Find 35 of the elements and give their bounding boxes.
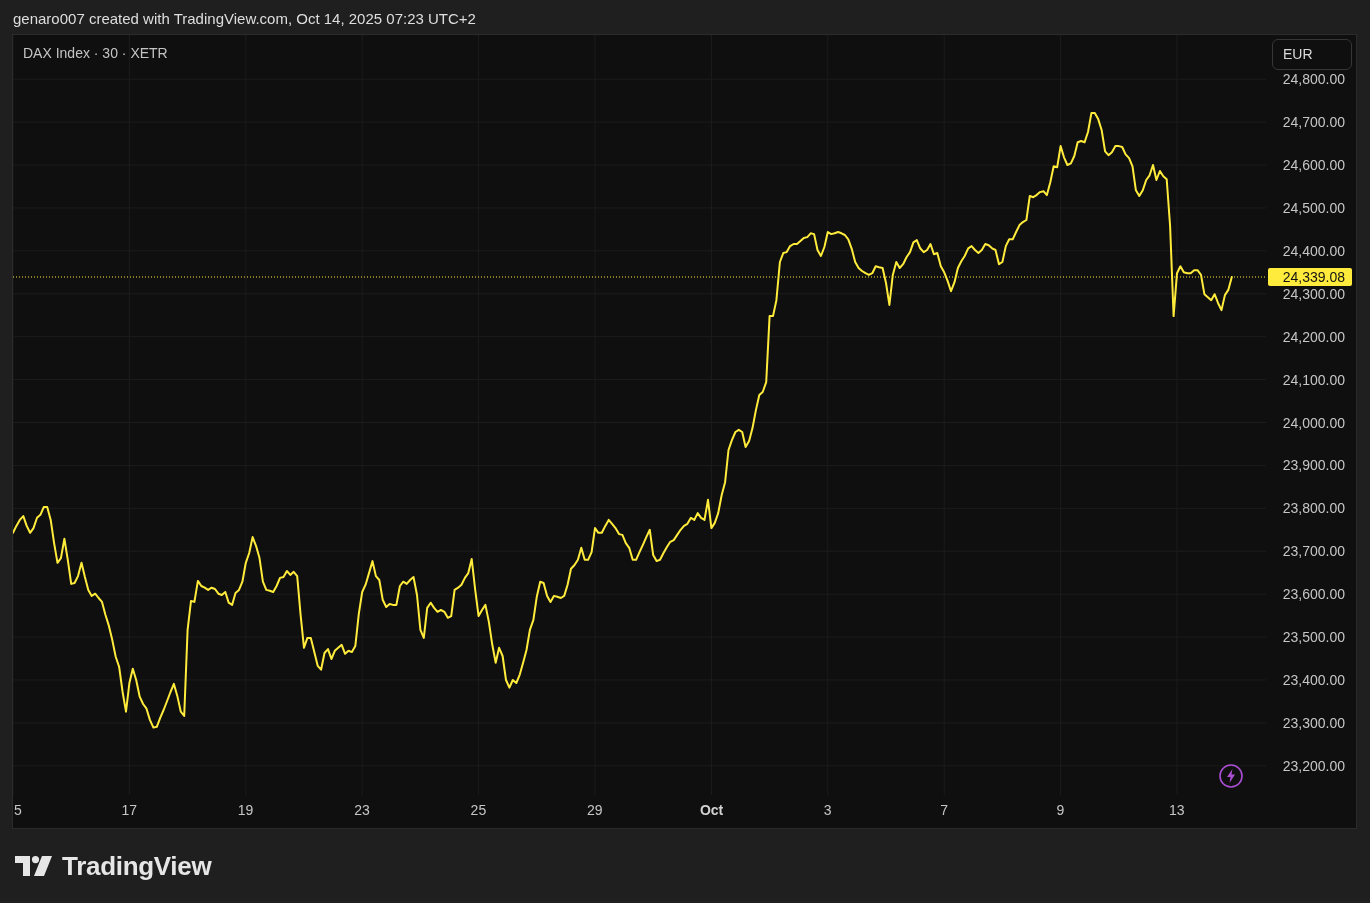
price-axis-label: 23,800.00 (1282, 501, 1345, 516)
price-axis-label: 24,100.00 (1282, 372, 1345, 387)
time-axis-label: 19 (237, 803, 254, 817)
time-axis-label: 13 (1169, 803, 1185, 817)
price-axis-label: 23,500.00 (1282, 630, 1345, 645)
time-axis-label: 3 (823, 803, 832, 817)
price-axis-label: 24,300.00 (1282, 286, 1345, 301)
time-axis-label: 17 (121, 803, 137, 817)
time-axis-label: 7 (940, 803, 948, 817)
price-axis-label: 24,600.00 (1282, 158, 1345, 172)
logo-text[interactable]: TradingView (62, 852, 212, 880)
price-axis-label: 24,200.00 (1282, 329, 1345, 344)
attribution-text: genaro007 created with TradingView.com, Oct 14, 2025 07:23 UTC+2 (13, 11, 476, 27)
price-axis-label: 23,200.00 (1282, 758, 1345, 773)
time-axis-label: 9 (1056, 803, 1065, 817)
price-axis-label: 24,700.00 (1282, 115, 1345, 130)
logo-icon[interactable] (15, 856, 52, 876)
price-axis-label: 24,000.00 (1282, 415, 1345, 430)
time-axis-label: 25 (470, 803, 487, 817)
price-axis-label: 24,500.00 (1282, 200, 1345, 215)
price-axis-label: 23,400.00 (1282, 673, 1345, 687)
price-axis-label: 23,900.00 (1282, 458, 1345, 473)
last-price-label: 24,339.08 (1268, 268, 1352, 286)
price-axis-label: 23,700.00 (1282, 544, 1345, 559)
price-axis-label: 23,300.00 (1282, 715, 1345, 730)
price-axis-label: 24,800.00 (1282, 72, 1345, 87)
lightning-icon[interactable] (1219, 764, 1243, 788)
time-axis-label: Oct (699, 803, 724, 817)
currency-button[interactable]: EUR (1272, 39, 1352, 70)
time-axis-label: 29 (587, 803, 603, 817)
time-axis-label: 5 (14, 803, 22, 817)
price-axis-label: 24,400.00 (1282, 243, 1345, 258)
time-axis-label: 23 (354, 803, 370, 817)
symbol-label: DAX Index · 30 · XETR (23, 45, 168, 61)
price-axis-label: 23,600.00 (1282, 587, 1345, 602)
